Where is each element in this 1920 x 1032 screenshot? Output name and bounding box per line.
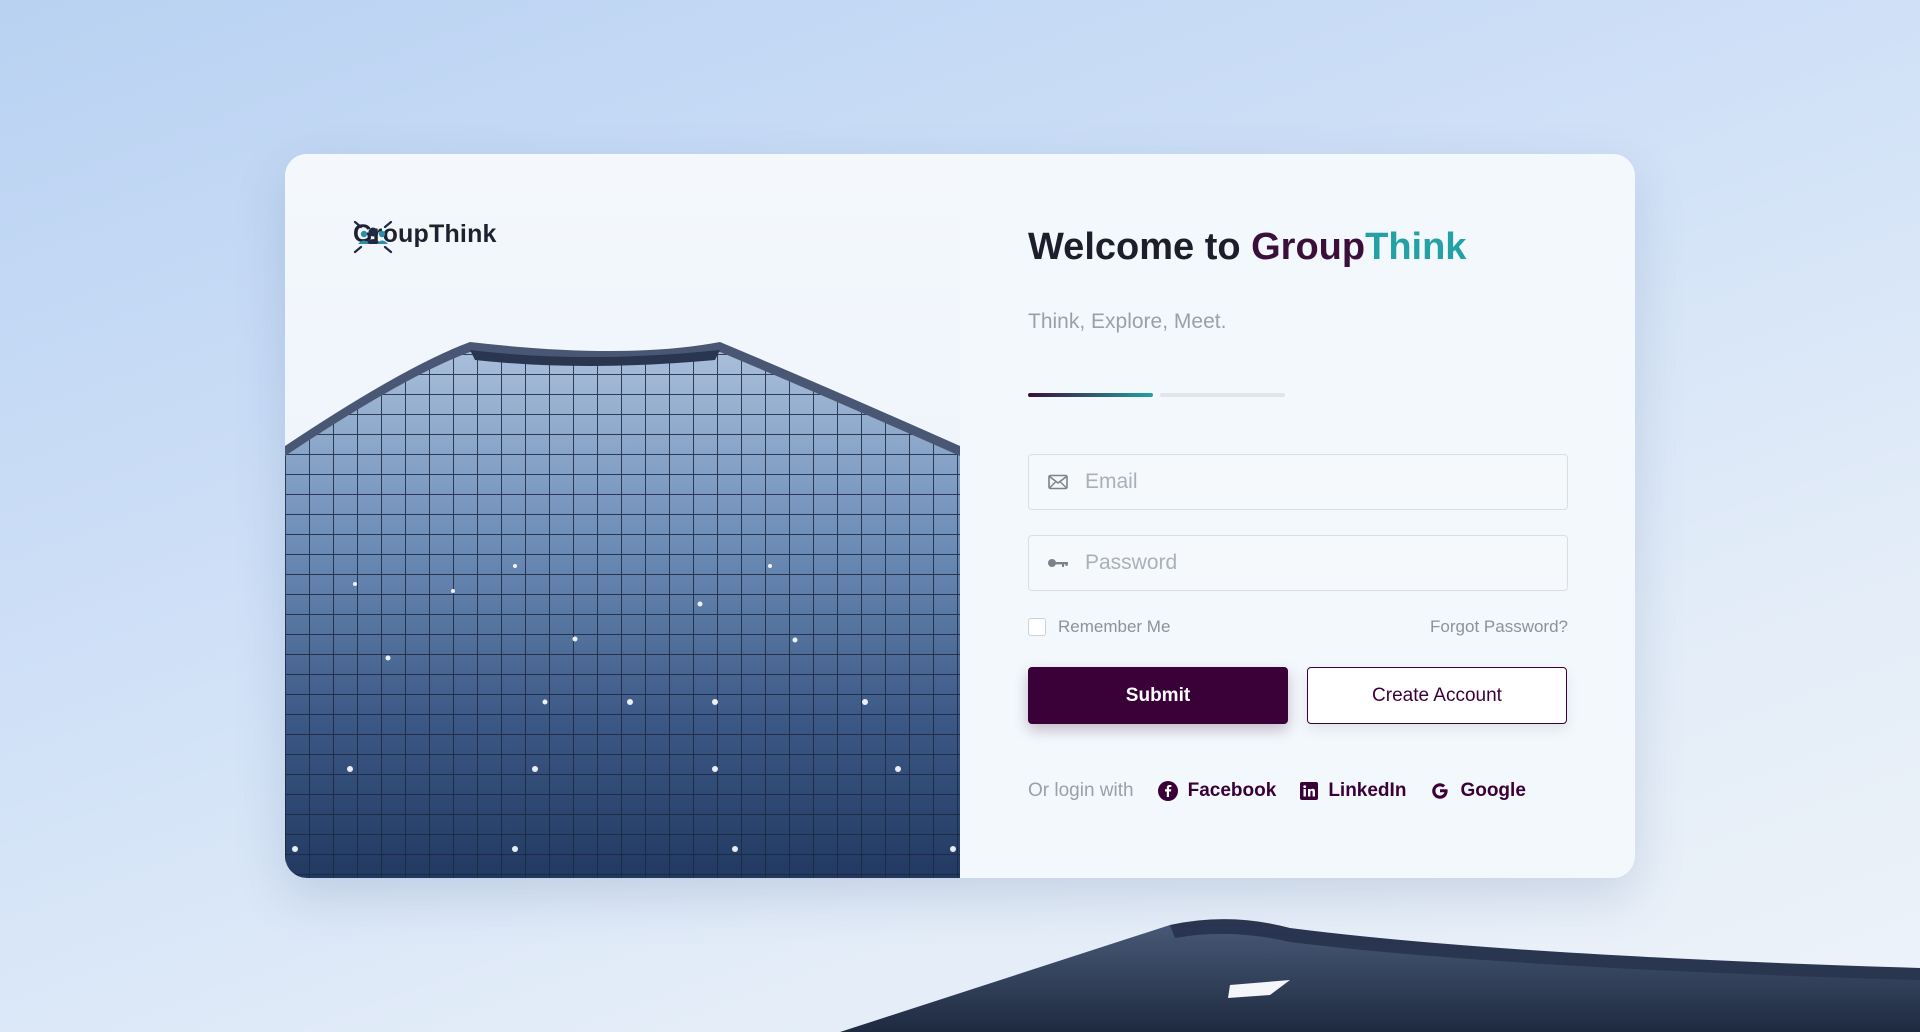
create-account-button[interactable]: Create Account bbox=[1307, 667, 1567, 724]
key-icon bbox=[1047, 552, 1069, 574]
google-label: Google bbox=[1460, 780, 1526, 801]
login-form-panel: Welcome to GroupThink Think, Explore, Me… bbox=[1028, 154, 1568, 878]
form-options-row: Remember Me Forgot Password? bbox=[1028, 617, 1568, 637]
tagline: Think, Explore, Meet. bbox=[1028, 310, 1227, 333]
social-login: Or login with Facebook LinkedIn Google bbox=[1028, 780, 1550, 802]
password-field[interactable] bbox=[1028, 535, 1568, 591]
linkedin-icon bbox=[1300, 782, 1319, 800]
forgot-password-link[interactable]: Forgot Password? bbox=[1430, 617, 1568, 637]
social-login-label: Or login with bbox=[1028, 780, 1134, 801]
building-image bbox=[285, 342, 960, 878]
google-login-link[interactable]: Google bbox=[1430, 780, 1526, 802]
envelope-icon bbox=[1047, 471, 1069, 493]
remember-label: Remember Me bbox=[1058, 617, 1171, 636]
linkedin-login-link[interactable]: LinkedIn bbox=[1300, 780, 1406, 802]
hero-panel: GroupThink bbox=[285, 154, 960, 878]
brand-logo[interactable]: GroupThink bbox=[353, 220, 497, 254]
linkedin-label: LinkedIn bbox=[1328, 780, 1407, 801]
google-icon bbox=[1432, 783, 1449, 799]
progress-step-1 bbox=[1028, 393, 1153, 397]
group-logo-icon bbox=[353, 220, 393, 254]
facebook-label: Facebook bbox=[1187, 780, 1277, 801]
facebook-login-link[interactable]: Facebook bbox=[1157, 780, 1277, 802]
step-progress bbox=[1028, 393, 1285, 397]
title-prefix: Welcome to bbox=[1028, 226, 1252, 268]
title-brand-group: Group bbox=[1251, 226, 1366, 268]
email-input[interactable] bbox=[1085, 470, 1555, 494]
email-field[interactable] bbox=[1028, 454, 1568, 510]
password-input[interactable] bbox=[1085, 551, 1555, 575]
remember-me[interactable]: Remember Me bbox=[1028, 617, 1170, 637]
remember-checkbox[interactable] bbox=[1028, 618, 1046, 636]
facebook-icon bbox=[1157, 781, 1178, 801]
progress-step-2 bbox=[1160, 393, 1285, 397]
title-brand-think: Think bbox=[1365, 226, 1467, 268]
submit-button[interactable]: Submit bbox=[1028, 667, 1288, 724]
page-title: Welcome to GroupThink bbox=[1028, 226, 1466, 269]
login-card: GroupThink Welcome to GroupThink Think, … bbox=[285, 154, 1635, 878]
